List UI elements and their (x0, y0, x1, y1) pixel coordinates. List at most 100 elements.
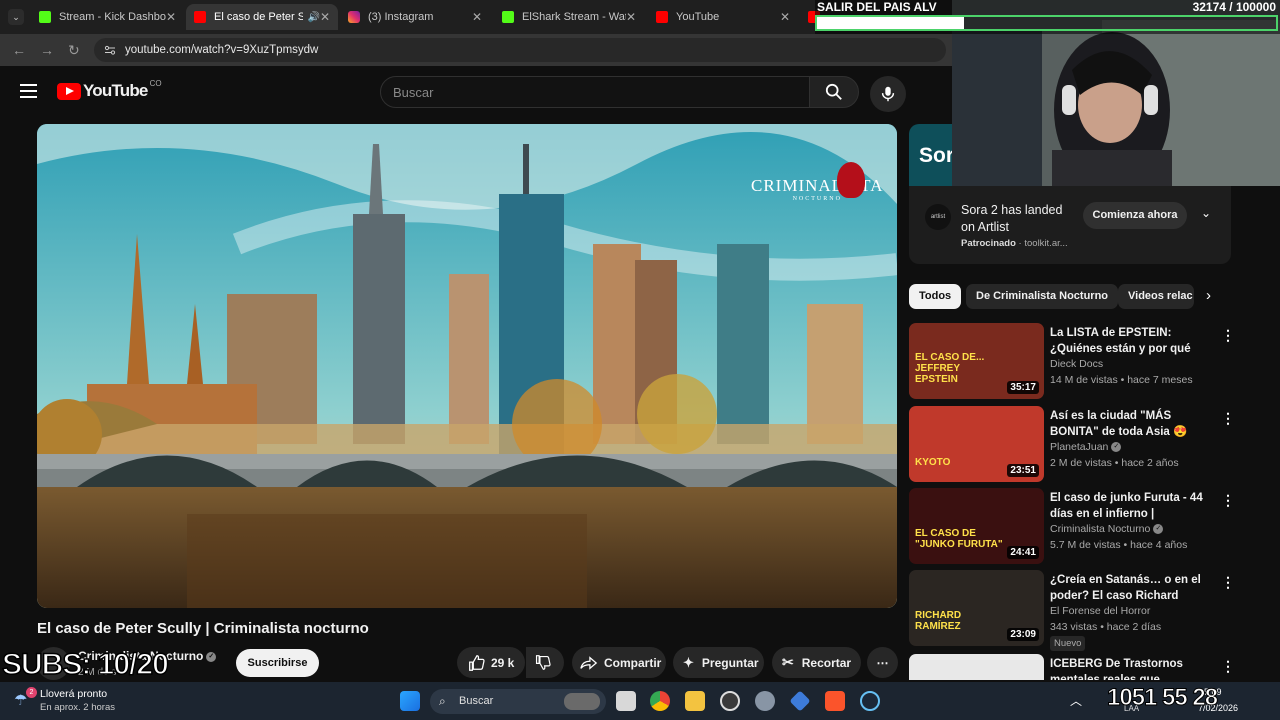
tab-instagram[interactable]: (3) Instagram ✕ (340, 4, 490, 30)
video-thumbnail[interactable]: RICHARD RAMÍREZ 23:09 (909, 570, 1044, 646)
youtube-logo[interactable]: YouTube CO (57, 79, 162, 101)
weather-widget[interactable]: ☂ 2 Lloverá pronto En aprox. 2 horas (14, 686, 154, 716)
windows-start-icon[interactable] (400, 691, 420, 711)
search-icon (825, 83, 842, 100)
search-input[interactable] (381, 77, 809, 107)
subscribe-button[interactable]: Suscribirse (236, 649, 319, 677)
hamburger-menu-icon[interactable] (20, 84, 37, 98)
chip-related[interactable]: Videos relac (1118, 284, 1194, 309)
share-button[interactable]: Compartir (572, 647, 666, 678)
video-thumbnail[interactable]: EL CASO DE "JUNKO FURUTA" 24:41 (909, 488, 1044, 564)
forward-icon[interactable]: → (40, 42, 54, 58)
recommendation-meta: 5.7 M de vistas • hace 4 años (1050, 539, 1188, 551)
duration-badge: 23:09 (1007, 628, 1039, 641)
recommendation-item[interactable]: KYOTO 23:51 Así es la ciudad "MÁS BONITA" … (909, 406, 1235, 482)
thumbnail-text: KYOTO (915, 457, 951, 468)
recommendation-item[interactable]: RICHARD RAMÍREZ 23:09 ¿Creía en Satanás… o… (909, 570, 1235, 651)
close-icon[interactable]: ✕ (472, 10, 482, 24)
recommendation-channel[interactable]: Criminalista Nocturno ✓ (1050, 523, 1164, 535)
sparkle-icon: ✦ (683, 654, 694, 670)
more-options-icon[interactable]: ⋮ (1221, 327, 1235, 344)
tab-youtube[interactable]: YouTube ✕ (648, 4, 798, 30)
ask-button[interactable]: ✦ Preguntar (673, 647, 764, 678)
more-options-icon[interactable]: ⋮ (1221, 410, 1235, 427)
video-thumbnail[interactable]: EL CASO DE... JEFFREY EPSTEIN 35:17 (909, 323, 1044, 399)
youtube-play-icon (57, 82, 81, 100)
ad-expand-icon[interactable]: ⌄ (1201, 206, 1211, 220)
tray-chevron-icon[interactable]: ︿ (1070, 692, 1082, 709)
chip-channel[interactable]: De Criminalista Nocturno (966, 284, 1119, 309)
stream-clock: 1051 55 28 (1106, 684, 1218, 712)
verified-icon: ✓ (206, 651, 217, 662)
goal-value: 32174 / 100000 (1192, 0, 1276, 14)
chip-todos[interactable]: Todos (909, 284, 962, 309)
video-player[interactable]: CRIMINALISTA NOCTURNO (37, 124, 897, 608)
more-icon: ⋯ (876, 655, 889, 670)
close-icon[interactable]: ✕ (166, 10, 176, 24)
brave-icon[interactable] (825, 691, 845, 711)
close-icon[interactable]: ✕ (780, 10, 790, 24)
recommendation-channel[interactable]: El Forense del Horror (1050, 605, 1150, 617)
chevron-right-icon[interactable]: › (1206, 287, 1211, 304)
steam-icon[interactable] (860, 691, 880, 711)
ad-cta-button[interactable]: Comienza ahora (1083, 202, 1187, 229)
chrome-icon[interactable] (650, 691, 670, 711)
recommendation-title[interactable]: ICEBERG De Trastornos mentales reales qu… (1050, 656, 1215, 680)
more-options-icon[interactable]: ⋮ (1221, 658, 1229, 675)
kick-icon (39, 11, 51, 23)
recommendation-title[interactable]: ¿Creía en Satanás… o en el poder? El cas… (1050, 572, 1215, 604)
goal-progress-fill (817, 17, 964, 29)
clip-button[interactable]: ✂ Recortar (772, 647, 861, 678)
address-bar-row: ← → ↻ youtube.com/watch?v=9XuzTpmsydw (0, 34, 952, 66)
recommendation-item[interactable]: EL CASO DE "JUNKO FURUTA" 24:41 El caso de… (909, 488, 1235, 564)
url-input[interactable]: youtube.com/watch?v=9XuzTpmsydw (94, 38, 946, 62)
recommendation-title[interactable]: El caso de junko Furuta - 44 días en el … (1050, 490, 1215, 522)
ad-sponsor-line: Patrocinado · toolkit.ar... (961, 238, 1068, 249)
obs-icon[interactable] (720, 691, 740, 711)
tab-elshark-stream[interactable]: ElShark Stream - Watc ✕ (494, 4, 644, 30)
taskbar-search[interactable]: ⌕ Buscar (430, 689, 606, 714)
dislike-button[interactable] (526, 647, 564, 678)
search-button[interactable] (809, 76, 859, 108)
video-thumbnail[interactable]: ICEBERG (909, 654, 1044, 680)
tab-peter-scully[interactable]: El caso de Peter Sc 🔊 ✕ (186, 4, 338, 30)
voice-search-button[interactable] (870, 76, 906, 112)
ad-card[interactable]: artlist Sora 2 has landed on Artlist Pat… (909, 186, 1231, 264)
more-actions-button[interactable]: ⋯ (867, 647, 898, 678)
task-view-icon[interactable] (616, 691, 636, 711)
subs-counter: SUBS: 10/20 (1, 647, 169, 682)
recommendation-item[interactable]: EL CASO DE... JEFFREY EPSTEIN 35:17 La LIS… (909, 323, 1235, 399)
search-icon: ⌕ (439, 694, 446, 708)
recommendation-channel[interactable]: Dieck Docs (1050, 358, 1103, 370)
thumbnail-text: RICHARD RAMÍREZ (915, 610, 962, 632)
share-arrow-icon (580, 655, 598, 670)
thumbs-down-icon (535, 655, 551, 670)
kick-icon (502, 11, 514, 23)
recommendation-title[interactable]: Así es la ciudad "MÁS BONITA" de toda As… (1050, 408, 1215, 440)
back-icon[interactable]: ← (12, 42, 26, 58)
thumbs-up-icon (469, 654, 485, 671)
close-icon[interactable]: ✕ (320, 10, 330, 24)
audio-playing-icon[interactable]: 🔊 (307, 12, 319, 23)
settings-gear-icon[interactable] (755, 691, 775, 711)
app-diamond-icon[interactable] (789, 690, 811, 712)
ad-thumbnail[interactable]: Sor (909, 124, 952, 187)
tab-kick-dashboard[interactable]: Stream - Kick Dashboa ✕ (31, 4, 184, 30)
instagram-icon (348, 11, 360, 23)
like-button[interactable]: 29 k (457, 647, 525, 678)
recommendation-channel[interactable]: PlanetaJuan ✓ (1050, 441, 1122, 453)
goal-title: SALIR DEL PAIS ALV (817, 0, 937, 14)
site-settings-icon[interactable] (104, 44, 116, 56)
search-highlight-image (564, 693, 600, 710)
video-thumbnail[interactable]: KYOTO 23:51 (909, 406, 1044, 482)
reload-icon[interactable]: ↻ (68, 42, 80, 59)
file-explorer-icon[interactable] (685, 691, 705, 711)
close-icon[interactable]: ✕ (626, 10, 636, 24)
more-options-icon[interactable]: ⋮ (1221, 574, 1235, 591)
verified-icon: ✓ (1111, 442, 1122, 453)
search-box[interactable] (380, 76, 810, 108)
recommendation-title[interactable]: La LISTA de EPSTEIN: ¿Quiénes están y po… (1050, 325, 1215, 357)
tab-list-button[interactable]: ⌄ (8, 9, 24, 25)
more-options-icon[interactable]: ⋮ (1221, 492, 1235, 509)
recommendation-item[interactable]: ICEBERGICEBERG De Trastornos mentales re… (909, 654, 1229, 680)
